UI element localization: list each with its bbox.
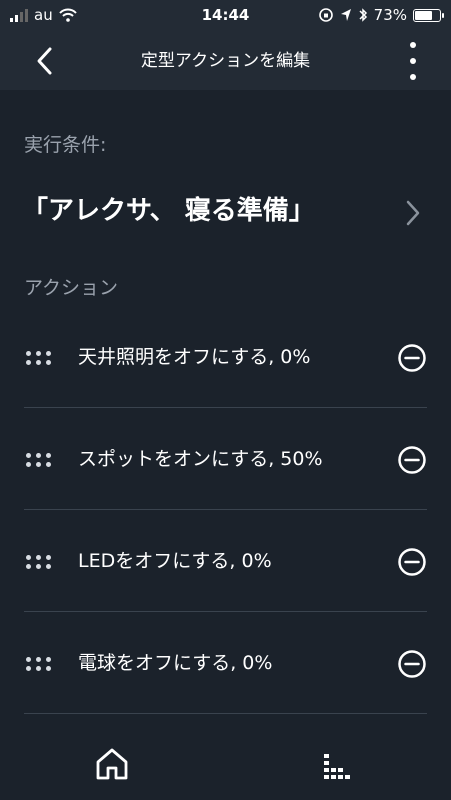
trigger-phrase: 「アレクサ、 寝る準備」 (22, 196, 315, 226)
action-label: LEDをオフにする, 0% (78, 550, 272, 572)
location-icon (340, 9, 351, 21)
page-title: 定型アクションを編集 (140, 51, 311, 71)
action-row[interactable]: 天井照明をオフにする, 0% (0, 306, 451, 408)
actions-section-label: アクション (24, 277, 119, 299)
battery-icon (413, 8, 444, 22)
tab-bar (0, 728, 451, 800)
bluetooth-icon (359, 8, 367, 22)
home-icon[interactable] (94, 746, 130, 782)
divider (24, 713, 427, 714)
trigger-section-label: 実行条件: (24, 134, 107, 156)
drag-handle-icon[interactable] (26, 555, 52, 571)
battery-fill (415, 10, 432, 20)
battery-percent: 73% (373, 6, 407, 24)
more-vertical-icon[interactable] (405, 42, 421, 80)
action-row[interactable]: 電球をオフにする, 0% (0, 612, 451, 714)
minus-circle-icon[interactable] (397, 445, 427, 475)
minus-circle-icon[interactable] (397, 547, 427, 577)
action-list: 天井照明をオフにする, 0% スポットをオンにする, 50% LEDをオフにする… (0, 306, 451, 714)
status-right: 73% (318, 6, 444, 24)
minus-circle-icon[interactable] (397, 343, 427, 373)
nav-bar: 定型アクションを編集 (0, 32, 451, 90)
drag-handle-icon[interactable] (26, 657, 52, 673)
activity-icon[interactable] (320, 748, 354, 782)
action-label: スポットをオンにする, 50% (78, 448, 323, 470)
action-row[interactable]: スポットをオンにする, 50% (0, 408, 451, 510)
minus-circle-icon[interactable] (397, 649, 427, 679)
drag-handle-icon[interactable] (26, 453, 52, 469)
drag-handle-icon[interactable] (26, 351, 52, 367)
trigger-row[interactable]: 「アレクサ、 寝る準備」 (0, 180, 451, 244)
chevron-right-icon (406, 200, 420, 226)
action-row[interactable]: LEDをオフにする, 0% (0, 510, 451, 612)
action-label: 電球をオフにする, 0% (78, 652, 273, 674)
status-bar: au 14:44 73% (0, 0, 451, 32)
action-label: 天井照明をオフにする, 0% (78, 346, 311, 368)
orientation-lock-icon (318, 8, 333, 22)
